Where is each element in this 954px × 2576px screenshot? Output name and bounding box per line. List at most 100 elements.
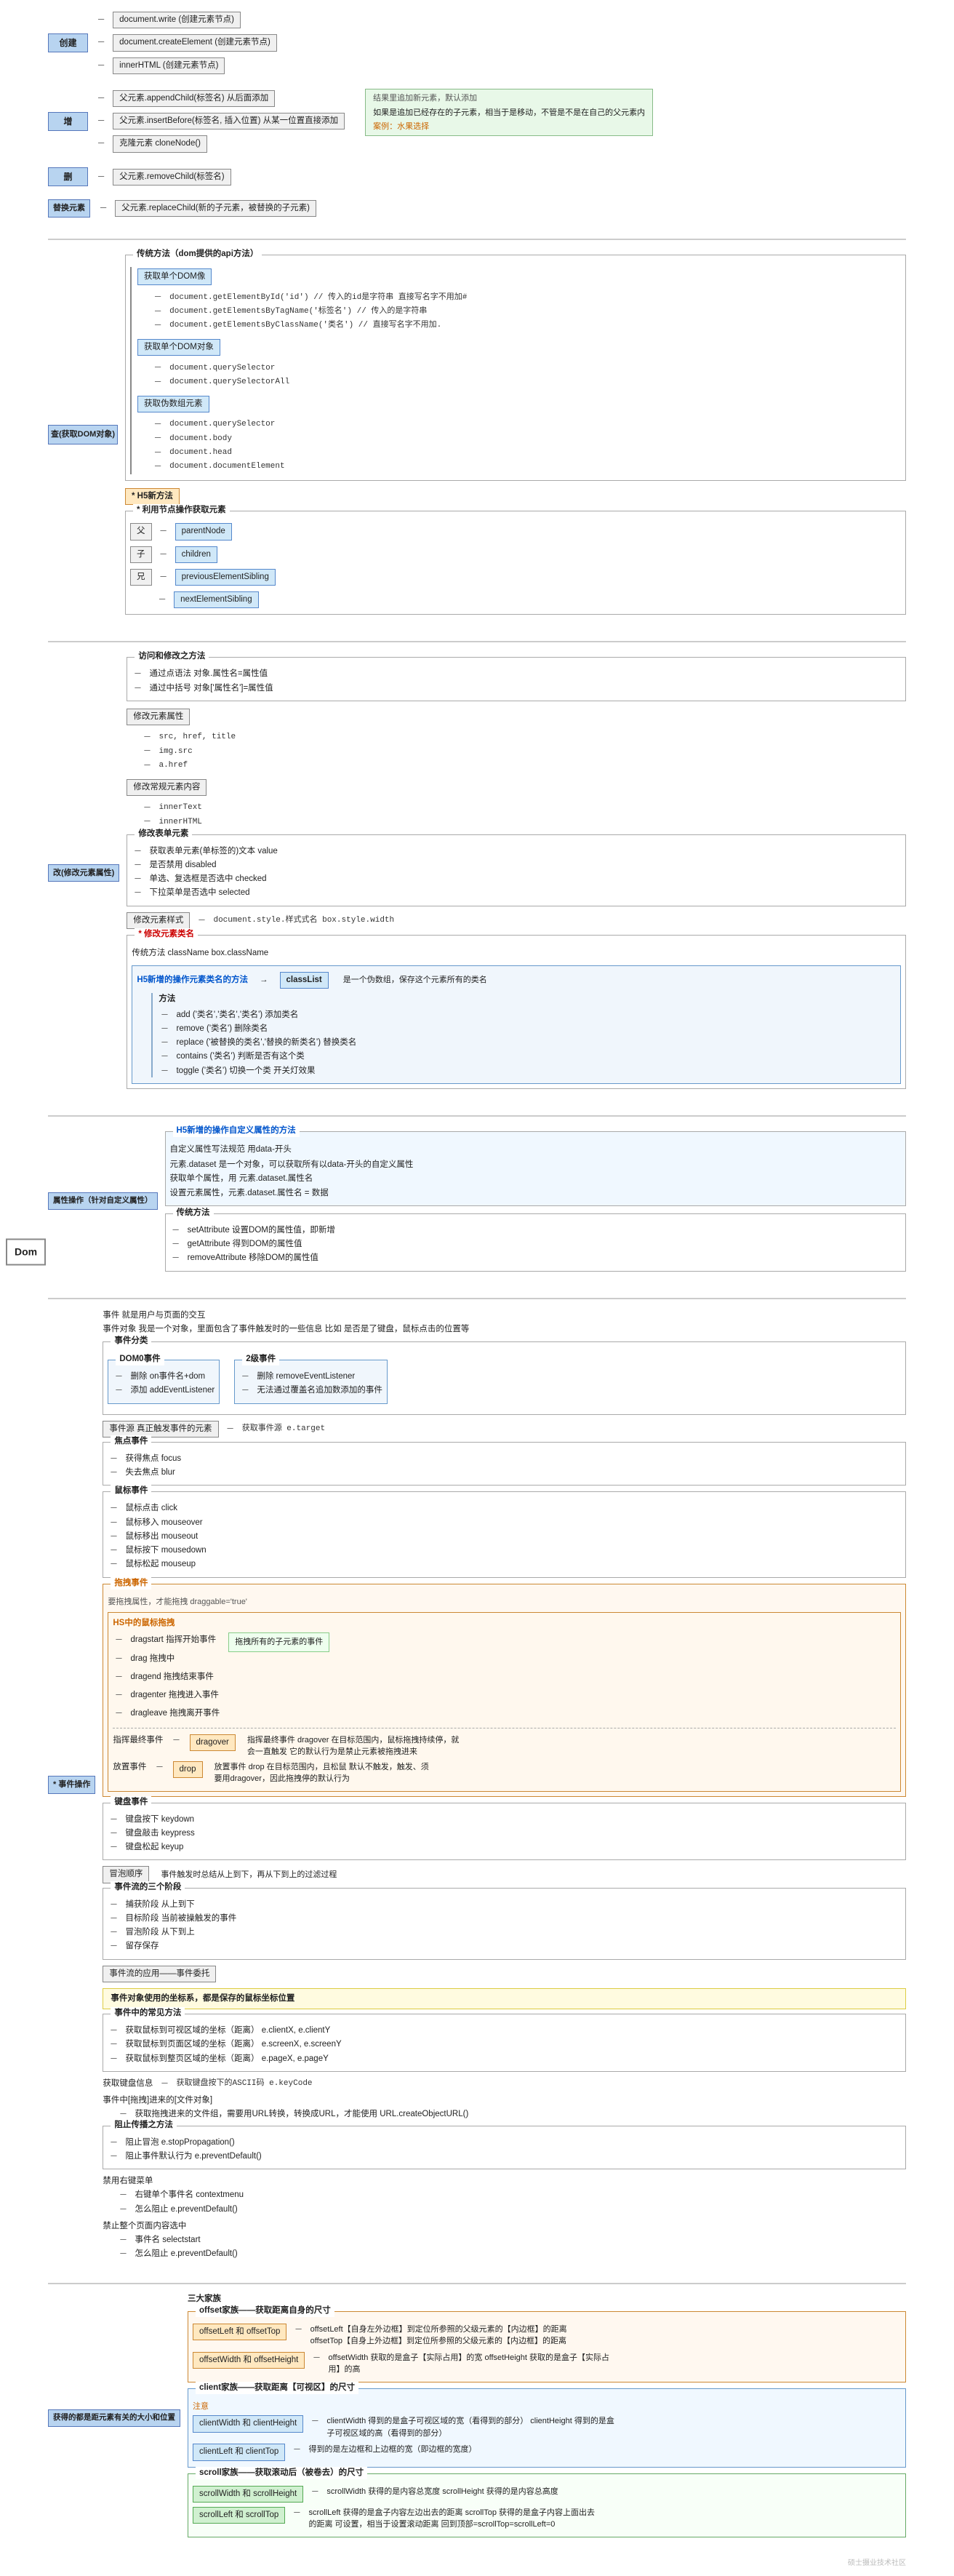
scrollLT-label: scrollLeft 和 scrollTop bbox=[193, 2507, 285, 2524]
replace-section: 替换元素 ─ 父元素.replaceChild(新的子元素，被替换的子元素) bbox=[48, 199, 906, 218]
scrollWH-desc: scrollWidth 获得的是内容总宽度 scrollHeight 获得的是内… bbox=[326, 2486, 558, 2498]
query-arr-item-3: ─ document.head bbox=[152, 447, 467, 459]
query-single-item-1: ─ document.querySelector bbox=[152, 362, 467, 374]
drag-drop-events: 指挥最终事件 ─ dragover 指挥最终事件 dragover 在目标范围内… bbox=[113, 1728, 896, 1785]
scroll-content: scrollWidth 和 scrollHeight ─ scrollWidth… bbox=[193, 2486, 901, 2531]
create-item-2-label: document.createElement (创建元素节点) bbox=[113, 34, 277, 51]
ef-item-1: ─捕获阶段 从上到下 bbox=[108, 1899, 901, 1911]
classlist-m4: contains ('类名') 判断是否有这个类 bbox=[176, 1050, 304, 1063]
offsetLT-row: offsetLeft 和 offsetTop ─ offsetLeft【自身左外… bbox=[193, 2324, 901, 2348]
offsetLT-desc: offsetLeft【自身左外边框】到定位所参照的父级元素的【内边框】的距离 o… bbox=[310, 2324, 601, 2348]
custom-attr-section: 属性操作（针对自定义属性） H5新增的操作自定义属性的方法 自定义属性写法规范 … bbox=[48, 1125, 906, 1277]
drag-note: 要拖拽属性，才能拖拽 draggable='true' bbox=[108, 1596, 247, 1608]
context-menu-items: ─右键单个事件名 contextmenu ─怎么阻止 e.preventDefa… bbox=[117, 2189, 906, 2216]
create-item-1: ─ document.write (创建元素节点) bbox=[95, 12, 906, 28]
dom0-box: DOM0事件 ─ 删除 on事件名+dom ─ 添加 addEventListe… bbox=[108, 1360, 220, 1404]
event-source-row: 事件源 真正触发事件的元素 ─ 获取事件源 e.target bbox=[103, 1421, 906, 1437]
query-single-dom-items: ─ document.getElementById('id') // 传入的id… bbox=[152, 290, 467, 333]
mouse-items: ─鼠标点击 click ─鼠标移入 mouseover ─鼠标移出 mouseo… bbox=[108, 1502, 901, 1571]
modify-content: 访问和修改之方法 ─ 通过点语法 对象.属性名=属性值 ─ 通过中括号 对象['… bbox=[119, 651, 906, 1095]
propagation-items: ─阻止冒泡 e.stopPropagation() ─阻止事件默认行为 e.pr… bbox=[108, 2137, 901, 2164]
dom2-items: ─ 删除 removeEventListener ─ 无法通过覆盖名追加数添加的… bbox=[239, 1371, 382, 1397]
coord-item-1: ─获取鼠标到可视区域的坐标（距离） e.clientX, e.clientY bbox=[108, 2025, 901, 2037]
trad-item-2-text: getAttribute 得到DOM的属性值 bbox=[188, 1238, 302, 1251]
ci3: 获取鼠标到整页区域的坐标（距离） e.pageX, e.pageY bbox=[126, 2053, 329, 2065]
scroll-select-row: 禁止整个页面内容选中 bbox=[103, 2220, 906, 2233]
divider-1 bbox=[48, 239, 906, 240]
mouse-item-2: ─鼠标移入 mouseover bbox=[108, 1517, 901, 1529]
kb-item-3: ─键盘松起 keyup bbox=[108, 1841, 901, 1854]
dom0-item-2-text: 添加 addEventListener bbox=[131, 1384, 215, 1397]
classlist-m3: replace ('被替换的类名','替换的新类名') 替换类名 bbox=[176, 1037, 356, 1049]
mouse-item-4: ─鼠标按下 mousedown bbox=[108, 1544, 901, 1557]
form-item-2: ─ 是否禁用 disabled bbox=[132, 859, 901, 872]
dataset-desc-row: 元素.dataset 是一个对象，可以获取所有以data-开头的自定义属性 bbox=[170, 1159, 902, 1171]
query-dom-item-3: ─ document.getElementsByClassName('类名') … bbox=[152, 319, 467, 332]
fti1: 获取拖拽进来的文件组，需要用URL转换，转换成URL，才能使用 URL.crea… bbox=[135, 2108, 469, 2121]
query-single-title: 获取单个DOM对象 bbox=[137, 339, 220, 356]
offsetWH-label: offsetWidth 和 offsetHeight bbox=[193, 2352, 305, 2369]
content-item-2-text: innerHTML bbox=[159, 816, 201, 829]
client-title: client家族——获取距离【可视区】的尺寸 bbox=[196, 2382, 358, 2394]
event-target-desc: 事件对象使用的坐标系，都是保存的鼠标坐标位置 bbox=[103, 1988, 906, 2009]
prop-item-1: ─阻止冒泡 e.stopPropagation() bbox=[108, 2137, 901, 2149]
client-box: client家族——获取距离【可视区】的尺寸 注意 clientWidth 和 … bbox=[188, 2388, 906, 2468]
keyboard-box: 键盘事件 ─键盘按下 keydown ─键盘敲击 keypress ─键盘松起 … bbox=[103, 1803, 906, 1861]
classlist-m5: toggle ('类名') 切换一个类 开关灯效果 bbox=[176, 1065, 315, 1077]
trad-item-3: ─ removeAttribute 移除DOM的属性值 bbox=[170, 1252, 902, 1264]
traditional-attr-box: 传统方法 ─ setAttribute 设置DOM的属性值，即新增 ─ getA… bbox=[165, 1213, 907, 1272]
query-single-dom-title-row: 获取单个DOM像 bbox=[137, 268, 467, 285]
classname-content: 传统方法 className box.className H5新增的操作元素类名… bbox=[132, 947, 901, 1084]
scroll-select-title: 禁止整个页面内容选中 bbox=[103, 2220, 186, 2233]
divider-2 bbox=[48, 641, 906, 642]
query-dom-item-2: ─ document.getElementsByTagName('标签名') /… bbox=[152, 306, 467, 318]
drop-row: 放置事件 ─ drop 放置事件 drop 在目标范围内，且松鼠 默认不触发，触… bbox=[113, 1761, 896, 1785]
efi1: 捕获阶段 从上到下 bbox=[126, 1899, 195, 1911]
classlist-method-2: ─remove ('类名') 删除类名 bbox=[159, 1023, 896, 1035]
create-item-2: ─ document.createElement (创建元素节点) bbox=[95, 34, 906, 51]
form-item-2-text: 是否禁用 disabled bbox=[149, 859, 216, 872]
page-wrapper: 创建 ─ document.write (创建元素节点) ─ document.… bbox=[0, 0, 954, 2576]
add-section: 增 ─ 父元素.appendChild(标签名) 从后面添加 ─ 父元素.ins… bbox=[48, 87, 906, 156]
elem-attr-row: 修改元素属性 ─ src, href, title ─ img.src bbox=[127, 707, 906, 773]
file-transfer-title: 事件中[拖拽]进来的[文件对象] bbox=[103, 2094, 212, 2107]
classlist-method-4: ─contains ('类名') 判断是否有这个类 bbox=[159, 1050, 896, 1063]
dataset-set-row: 设置元素属性，元素.dataset.属性名 = 数据 bbox=[170, 1187, 902, 1200]
di3: dragend 拖拽结束事件 bbox=[131, 1671, 214, 1683]
h5-label: * H5新方法 bbox=[125, 488, 180, 505]
kb-item-2: ─键盘敲击 keypress bbox=[108, 1827, 901, 1840]
coord-title: 事件中的常见方法 bbox=[111, 2007, 185, 2019]
pi1: 阻止冒泡 e.stopPropagation() bbox=[126, 2137, 235, 2149]
h5-attr-box: H5新增的操作自定义属性的方法 自定义属性写法规范 用data-开头 元素.da… bbox=[165, 1131, 907, 1206]
visit-modify-items: ─ 通过点语法 对象.属性名=属性值 ─ 通过中括号 对象['属性名']=属性值 bbox=[132, 668, 901, 695]
event-flow-box: 事件流的三个阶段 ─捕获阶段 从上到下 ─目标阶段 当前被操触发的事件 ─冒泡阶… bbox=[103, 1888, 906, 1960]
add-subnote: 结果里追加新元素，默认添加 bbox=[373, 92, 645, 105]
efi2: 目标阶段 当前被操触发的事件 bbox=[126, 1913, 237, 1925]
delete-section: 删 ─ 父元素.removeChild(标签名) bbox=[48, 167, 906, 187]
add-note-box: ─ 父元素.appendChild(标签名) 从后面添加 ─ 父元素.inser… bbox=[95, 89, 906, 154]
elem-attr-title-row: 修改元素属性 bbox=[127, 709, 236, 725]
dom2-item-2-text: 无法通过覆盖名追加数添加的事件 bbox=[257, 1384, 382, 1397]
events-content: 事件 就是用户与页面的交互 事件对象 我是一个对象，里面包含了事件触发时的一些信… bbox=[95, 1308, 906, 2262]
delete-item-1: ─ 父元素.removeChild(标签名) bbox=[95, 169, 906, 186]
offsetLT-label: offsetLeft 和 offsetTop bbox=[193, 2324, 286, 2340]
dom2-item-2: ─ 无法通过覆盖名追加数添加的事件 bbox=[239, 1384, 382, 1397]
modify-section: 改(修改元素属性) 访问和修改之方法 ─ 通过点语法 对象.属性名=属性值 ─ … bbox=[48, 651, 906, 1095]
clientWH-label: clientWidth 和 clientHeight bbox=[193, 2415, 303, 2432]
h5-attr-title: H5新增的操作自定义属性的方法 bbox=[173, 1125, 300, 1137]
dom0-items: ─ 删除 on事件名+dom ─ 添加 addEventListener bbox=[113, 1371, 215, 1397]
query-methods-content: 获取单个DOM像 ─ document.getElementById('id')… bbox=[130, 267, 901, 474]
dataset-set-text: 设置元素属性，元素.dataset.属性名 = 数据 bbox=[170, 1187, 329, 1200]
mi5: 鼠标松起 mouseup bbox=[126, 1558, 196, 1571]
query-arr-item-1: ─ document.querySelector bbox=[152, 418, 467, 431]
di1: dragstart 指挥开始事件 bbox=[131, 1634, 217, 1646]
query-section: 查(获取DOM对象) 传统方法（dom提供的api方法） 获取单个DOM像 bbox=[48, 249, 906, 621]
dom-fixed-label: Dom bbox=[6, 1239, 46, 1266]
event-intro-text: 事件 就是用户与页面的交互 bbox=[103, 1309, 205, 1322]
add-note: 结果里追加新元素，默认添加 如果是追加已经存在的子元素，相当于是移动，不管是不是… bbox=[365, 89, 653, 137]
prev-sibling-item: previousElementSibling bbox=[175, 569, 276, 586]
clientLT-label: clientLeft 和 clientTop bbox=[193, 2444, 285, 2460]
traditional-label: 传统方法 className box.className bbox=[132, 947, 268, 960]
events-section: * 事件操作 事件 就是用户与页面的交互 事件对象 我是一个对象，里面包含了事件… bbox=[48, 1308, 906, 2262]
mouse-box: 鼠标事件 ─鼠标点击 click ─鼠标移入 mouseover ─鼠标移出 m… bbox=[103, 1491, 906, 1577]
